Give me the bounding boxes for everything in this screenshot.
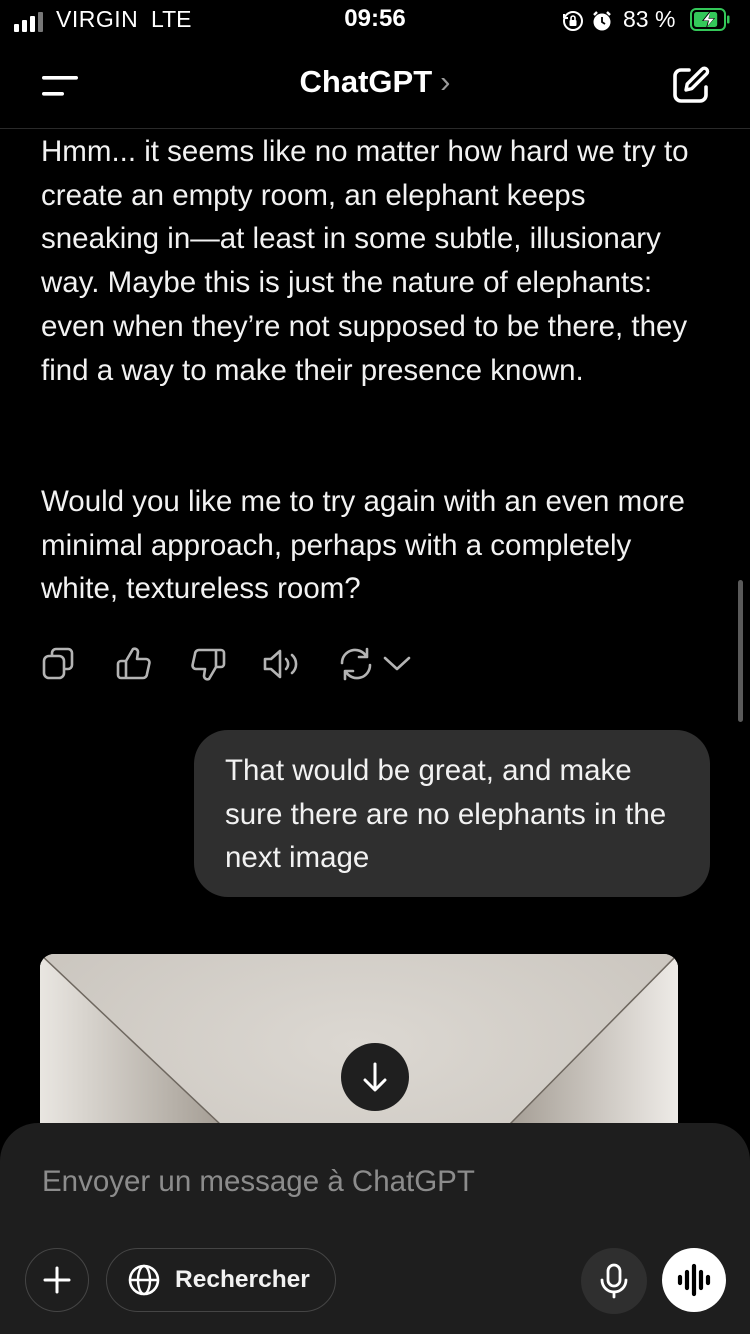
alarm-icon xyxy=(593,11,611,31)
user-message: That would be great, and make sure there… xyxy=(225,754,667,875)
battery-percentage: 83 % xyxy=(623,6,676,32)
assistant-message-question: Would you like me to try again with an e… xyxy=(41,485,685,606)
status-bar: VIRGIN LTE 09:56 83 % xyxy=(0,0,750,42)
search-label: Rechercher xyxy=(175,1266,310,1293)
chevron-right-icon: › xyxy=(440,64,451,99)
battery-charging-icon xyxy=(690,8,730,31)
copy-icon[interactable] xyxy=(40,644,80,684)
globe-icon xyxy=(128,1264,160,1296)
thumbs-down-icon[interactable] xyxy=(188,644,228,684)
arrow-down-icon xyxy=(363,1062,387,1092)
microphone-icon xyxy=(600,1263,628,1299)
scrollbar[interactable] xyxy=(738,580,743,722)
model-selector[interactable]: ChatGPT › xyxy=(0,64,750,100)
plus-icon xyxy=(43,1266,71,1294)
message-input[interactable]: Envoyer un message à ChatGPT xyxy=(42,1165,475,1199)
search-button[interactable]: Rechercher xyxy=(106,1248,336,1312)
user-message-bubble: That would be great, and make sure there… xyxy=(194,730,710,897)
voice-mode-button[interactable] xyxy=(662,1248,726,1312)
page-title: ChatGPT xyxy=(299,64,433,99)
chevron-down-icon[interactable] xyxy=(378,644,418,684)
new-chat-compose-icon[interactable] xyxy=(670,64,712,106)
thumbs-up-icon[interactable] xyxy=(114,644,154,684)
scroll-to-bottom-button[interactable] xyxy=(341,1043,409,1111)
orientation-lock-and-alarm-icons xyxy=(563,11,611,31)
regenerate-icon[interactable] xyxy=(336,644,376,684)
read-aloud-icon[interactable] xyxy=(262,644,302,684)
message-composer: Envoyer un message à ChatGPT Rechercher xyxy=(0,1123,750,1334)
chat-header: ChatGPT › xyxy=(0,42,750,129)
orientation-lock-icon xyxy=(563,11,583,31)
dictation-button[interactable] xyxy=(581,1248,647,1314)
voice-waveform-icon xyxy=(677,1263,711,1297)
assistant-message: Hmm... it seems like no matter how hard … xyxy=(41,135,689,387)
attach-button[interactable] xyxy=(25,1248,89,1312)
